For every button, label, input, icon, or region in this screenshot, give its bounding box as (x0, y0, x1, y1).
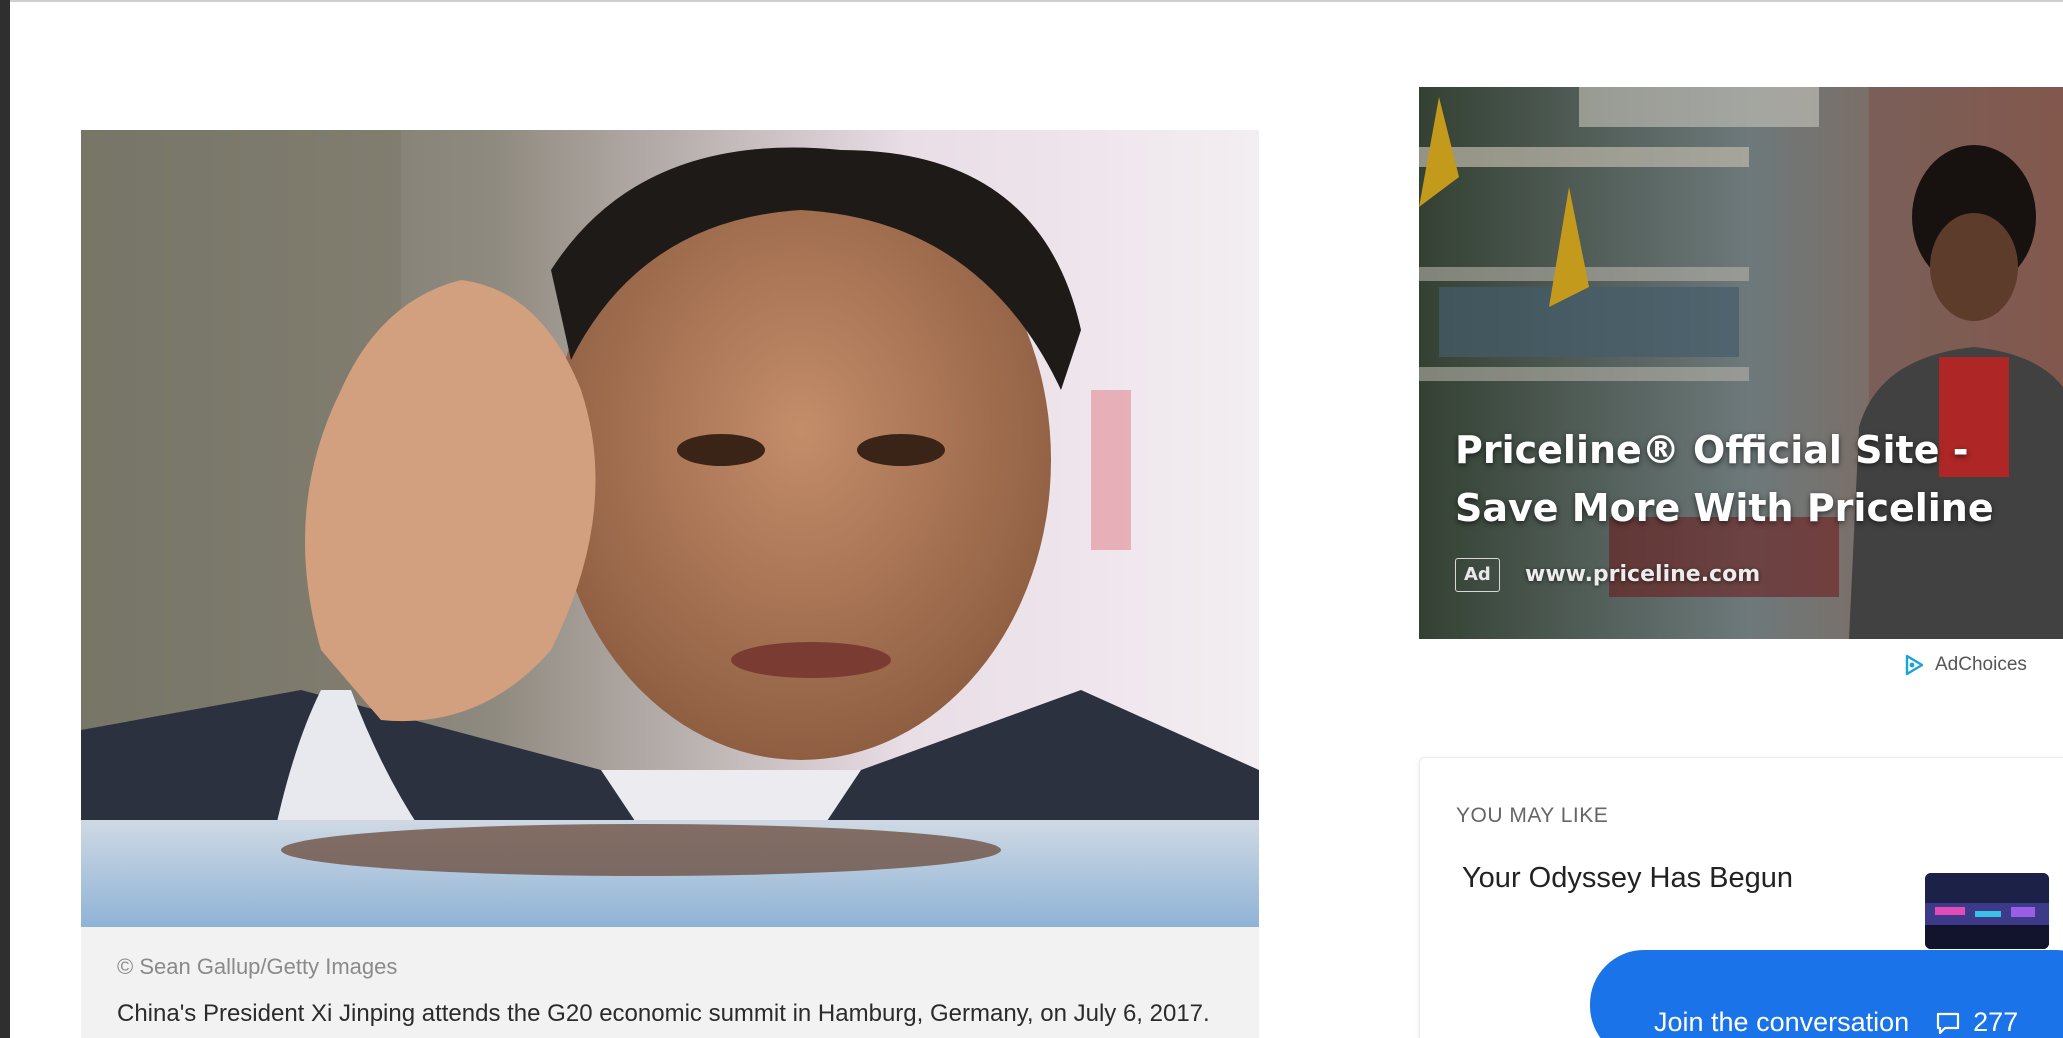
priceline-ad[interactable]: Priceline® Official Site - Save More Wit… (1419, 87, 2063, 639)
caption-text: China's President Xi Jinping attends the… (117, 1000, 1210, 1027)
comment-bubble-icon (1937, 1012, 1960, 1035)
ad-label-badge: Ad (1455, 558, 1500, 592)
ad-url[interactable]: www.priceline.com (1525, 557, 1760, 593)
page: © Sean Gallup/Getty Images China's Presi… (0, 0, 2063, 1038)
suggestion-thumbnail[interactable] (1925, 873, 2049, 949)
photo-credit: © Sean Gallup/Getty Images (117, 954, 398, 979)
photo-caption: © Sean Gallup/Getty Images China's Presi… (117, 950, 1227, 1038)
window-edge (0, 0, 10, 1038)
adchoices-link[interactable]: AdChoices (1903, 650, 2027, 680)
top-divider (10, 0, 2063, 2)
join-conversation-label: Join the conversation (1654, 1007, 1910, 1037)
you-may-like-heading: YOU MAY LIKE (1456, 804, 1609, 827)
comment-count: 277 (1973, 1007, 2019, 1037)
join-conversation-button[interactable]: Join the conversation 277 (1590, 950, 2063, 1038)
suggestion-title[interactable]: Your Odyssey Has Begun (1462, 862, 1793, 895)
adchoices-triangle-icon (1905, 654, 1924, 676)
thumbnail-illustration (1925, 873, 2049, 949)
photo-illustration (81, 130, 1259, 927)
article-figure: © Sean Gallup/Getty Images China's Presi… (81, 130, 1259, 1038)
article-photo[interactable] (81, 130, 1259, 927)
ad-headline[interactable]: Priceline® Official Site - Save More Wit… (1455, 421, 2063, 537)
adchoices-label: AdChoices (1935, 654, 2027, 675)
